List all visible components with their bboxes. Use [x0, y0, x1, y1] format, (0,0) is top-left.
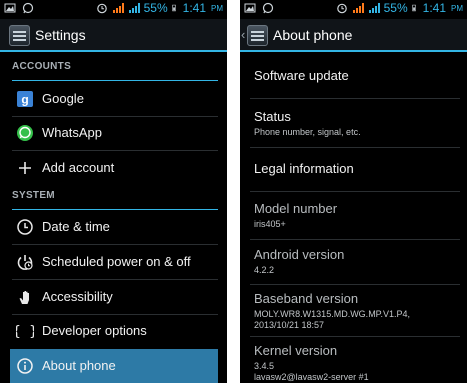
signal-1-icon	[112, 3, 124, 13]
about-item-title: Software update	[254, 68, 349, 83]
clock-ampm: PM	[451, 3, 463, 13]
about-item-android-version[interactable]: Android version 4.2.2	[254, 247, 459, 276]
about-item-legal-information[interactable]: Legal information	[254, 161, 459, 176]
settings-item-date-time[interactable]: Date & time	[10, 210, 218, 244]
braces-icon: { }	[16, 324, 34, 340]
svg-text:{ }: { }	[16, 324, 34, 340]
about-item-value-line-2: 2013/10/21 18:57	[254, 320, 325, 330]
battery-percent: 55%	[383, 1, 408, 15]
alarm-icon	[96, 3, 107, 14]
about-phone-screen: 55% 1:41 PM ‹ About phone Software update…	[240, 0, 467, 383]
alarm-icon	[336, 3, 347, 14]
divider	[250, 191, 460, 192]
about-item-value-line-2: lavasw2@lavasw2-server #1	[254, 372, 369, 382]
settings-screen: 55% 1:41 PM Settings ACCOUNTS g Google Wh…	[0, 0, 227, 383]
about-item-title: Status	[254, 109, 291, 124]
settings-item-label: About phone	[42, 358, 116, 373]
image-notification-icon	[4, 3, 16, 13]
svg-text:g: g	[21, 93, 28, 107]
about-item-software-update[interactable]: Software update	[254, 68, 459, 83]
settings-item-label: Add account	[42, 160, 115, 175]
power-clock-icon	[17, 255, 33, 270]
about-item-title: Legal information	[254, 161, 354, 176]
about-item-value: 3.4.5	[254, 361, 275, 371]
divider	[250, 336, 460, 337]
clock-time: 1:41	[182, 1, 206, 15]
settings-app-icon[interactable]	[9, 25, 30, 46]
plus-icon	[19, 162, 31, 174]
settings-item-whatsapp[interactable]: WhatsApp	[10, 116, 218, 150]
info-icon	[17, 358, 33, 374]
status-bar: 55% 1:41 PM	[0, 0, 227, 19]
google-icon: g	[17, 91, 33, 107]
clock-ampm: PM	[211, 3, 223, 13]
whatsapp-icon	[17, 125, 33, 141]
clock-icon	[17, 219, 33, 235]
battery-icon	[171, 4, 176, 12]
page-title: Settings	[35, 27, 86, 43]
about-item-summary: Phone number, signal, etc.	[254, 127, 361, 137]
signal-2-icon	[368, 3, 380, 13]
about-item-kernel-version: Kernel version 3.4.5 lavasw2@lavasw2-ser…	[254, 343, 459, 383]
action-bar: ‹ About phone	[240, 19, 467, 52]
divider	[250, 284, 460, 285]
settings-item-label: Developer options	[42, 323, 147, 338]
about-item-title: Kernel version	[254, 343, 338, 358]
hand-icon	[19, 291, 29, 304]
settings-item-add-account[interactable]: Add account	[10, 151, 218, 185]
about-item-title: Android version	[254, 247, 345, 262]
settings-item-accessibility[interactable]: Accessibility	[10, 280, 218, 314]
signal-2-icon	[128, 3, 140, 13]
settings-item-scheduled-power[interactable]: Scheduled power on & off	[10, 245, 218, 279]
about-item-status[interactable]: Status Phone number, signal, etc.	[254, 109, 459, 138]
settings-item-label: Date & time	[42, 219, 110, 234]
about-item-model-number: Model number iris405+	[254, 201, 459, 230]
divider	[250, 98, 460, 99]
about-item-value: iris405+	[254, 219, 286, 229]
clock-time: 1:41	[422, 1, 446, 15]
divider	[250, 239, 460, 240]
settings-app-icon[interactable]	[247, 25, 268, 46]
about-item-value: MOLY.WR8.W1315.MD.WG.MP.V1.P4,	[254, 309, 411, 319]
action-bar: Settings	[0, 19, 227, 52]
section-header-accounts: ACCOUNTS	[12, 61, 218, 81]
battery-icon	[411, 4, 416, 12]
about-item-value: 4.2.2	[254, 265, 275, 275]
settings-item-google[interactable]: g Google	[10, 82, 218, 116]
image-notification-icon	[244, 3, 256, 13]
settings-item-label: Scheduled power on & off	[42, 254, 191, 269]
signal-1-icon	[352, 3, 364, 13]
whatsapp-notification-icon	[22, 2, 34, 14]
divider	[250, 147, 460, 148]
status-bar: 55% 1:41 PM	[240, 0, 467, 19]
settings-item-label: Google	[42, 91, 84, 106]
about-item-baseband-version: Baseband version MOLY.WR8.W1315.MD.WG.MP…	[254, 291, 459, 331]
page-title: About phone	[273, 27, 353, 43]
about-item-title: Model number	[254, 201, 338, 216]
settings-item-label: WhatsApp	[42, 125, 102, 140]
battery-percent: 55%	[143, 1, 168, 15]
settings-item-about-phone[interactable]: About phone	[10, 349, 218, 383]
section-header-system: SYSTEM	[12, 190, 218, 210]
settings-item-developer-options[interactable]: { } Developer options	[10, 314, 218, 348]
back-caret-icon[interactable]: ‹	[241, 27, 245, 42]
about-item-title: Baseband version	[254, 291, 359, 306]
settings-item-label: Accessibility	[42, 289, 113, 304]
whatsapp-notification-icon	[262, 2, 274, 14]
